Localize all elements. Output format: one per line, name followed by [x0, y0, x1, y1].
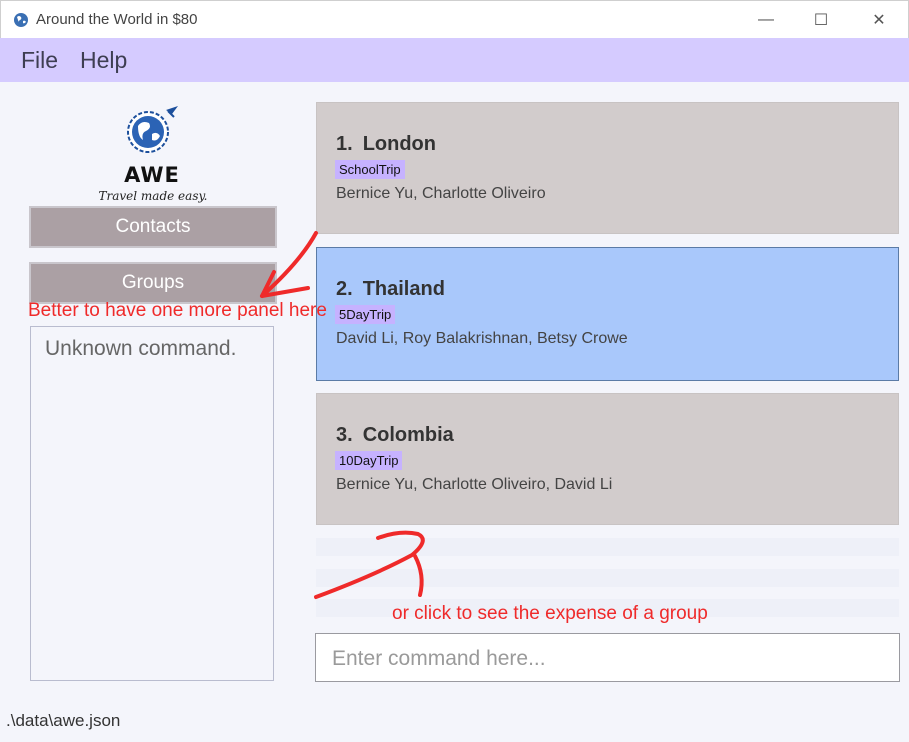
group-index: 2.	[336, 278, 353, 300]
group-name: London	[362, 133, 436, 155]
menu-bar: File Help	[0, 38, 909, 82]
group-members: Bernice Yu, Charlotte Oliveiro	[336, 185, 546, 202]
command-input[interactable]: Enter command here...	[315, 633, 900, 682]
globe-plane-icon	[127, 106, 178, 153]
maximize-button[interactable]: ☐	[798, 1, 844, 39]
group-name: Thailand	[362, 278, 445, 300]
save-file-path: .\data\awe.json	[6, 711, 121, 730]
title-bar: Around the World in $80 — ☐ ✕	[0, 0, 909, 38]
group-card[interactable]: 1. London SchoolTrip Bernice Yu, Charlott…	[316, 102, 899, 234]
annotation-click-note: or click to see the expense of a group	[392, 603, 708, 624]
group-title: 2. Thailand	[336, 278, 445, 301]
contacts-button[interactable]: Contacts	[29, 206, 277, 248]
close-icon: ✕	[872, 12, 886, 29]
group-card-selected[interactable]: 2. Thailand 5DayTrip David Li, Roy Balakr…	[316, 247, 899, 381]
window-title: Around the World in $80	[36, 11, 198, 28]
group-tag: 5DayTrip	[335, 305, 396, 324]
group-members: Bernice Yu, Charlotte Oliveiro, David Li	[336, 476, 613, 493]
close-button[interactable]: ✕	[856, 1, 902, 39]
empty-list-row	[316, 569, 899, 587]
group-tag: 10DayTrip	[335, 451, 403, 470]
group-title: 3. Colombia	[336, 424, 454, 447]
minimize-button[interactable]: —	[743, 1, 789, 39]
group-members: David Li, Roy Balakrishnan, Betsy Crowe	[336, 330, 628, 347]
group-card[interactable]: 3. Colombia 10DayTrip Bernice Yu, Charlot…	[316, 393, 899, 525]
logo-name: AWE	[124, 163, 180, 187]
result-display[interactable]: Unknown command.	[30, 326, 274, 681]
maximize-icon: ☐	[813, 12, 829, 29]
group-title: 1. London	[336, 133, 436, 156]
group-name: Colombia	[362, 424, 454, 446]
group-index: 1.	[336, 133, 353, 155]
menu-file[interactable]: File	[21, 47, 58, 74]
status-bar: .\data\awe.json	[0, 702, 909, 742]
annotation-panel-note: Better to have one more panel here	[28, 300, 327, 321]
globe-icon	[14, 13, 28, 27]
menu-help[interactable]: Help	[80, 47, 127, 74]
empty-list-row	[316, 538, 899, 556]
app-logo: AWE Travel made easy.	[96, 100, 210, 203]
minimize-icon: —	[758, 11, 774, 28]
group-tag: SchoolTrip	[335, 160, 405, 179]
sidebar: AWE Travel made easy. Contacts Groups Un…	[0, 82, 300, 702]
logo-tagline: Travel made easy.	[98, 189, 208, 203]
group-index: 3.	[336, 424, 353, 446]
groups-button[interactable]: Groups	[29, 262, 277, 304]
